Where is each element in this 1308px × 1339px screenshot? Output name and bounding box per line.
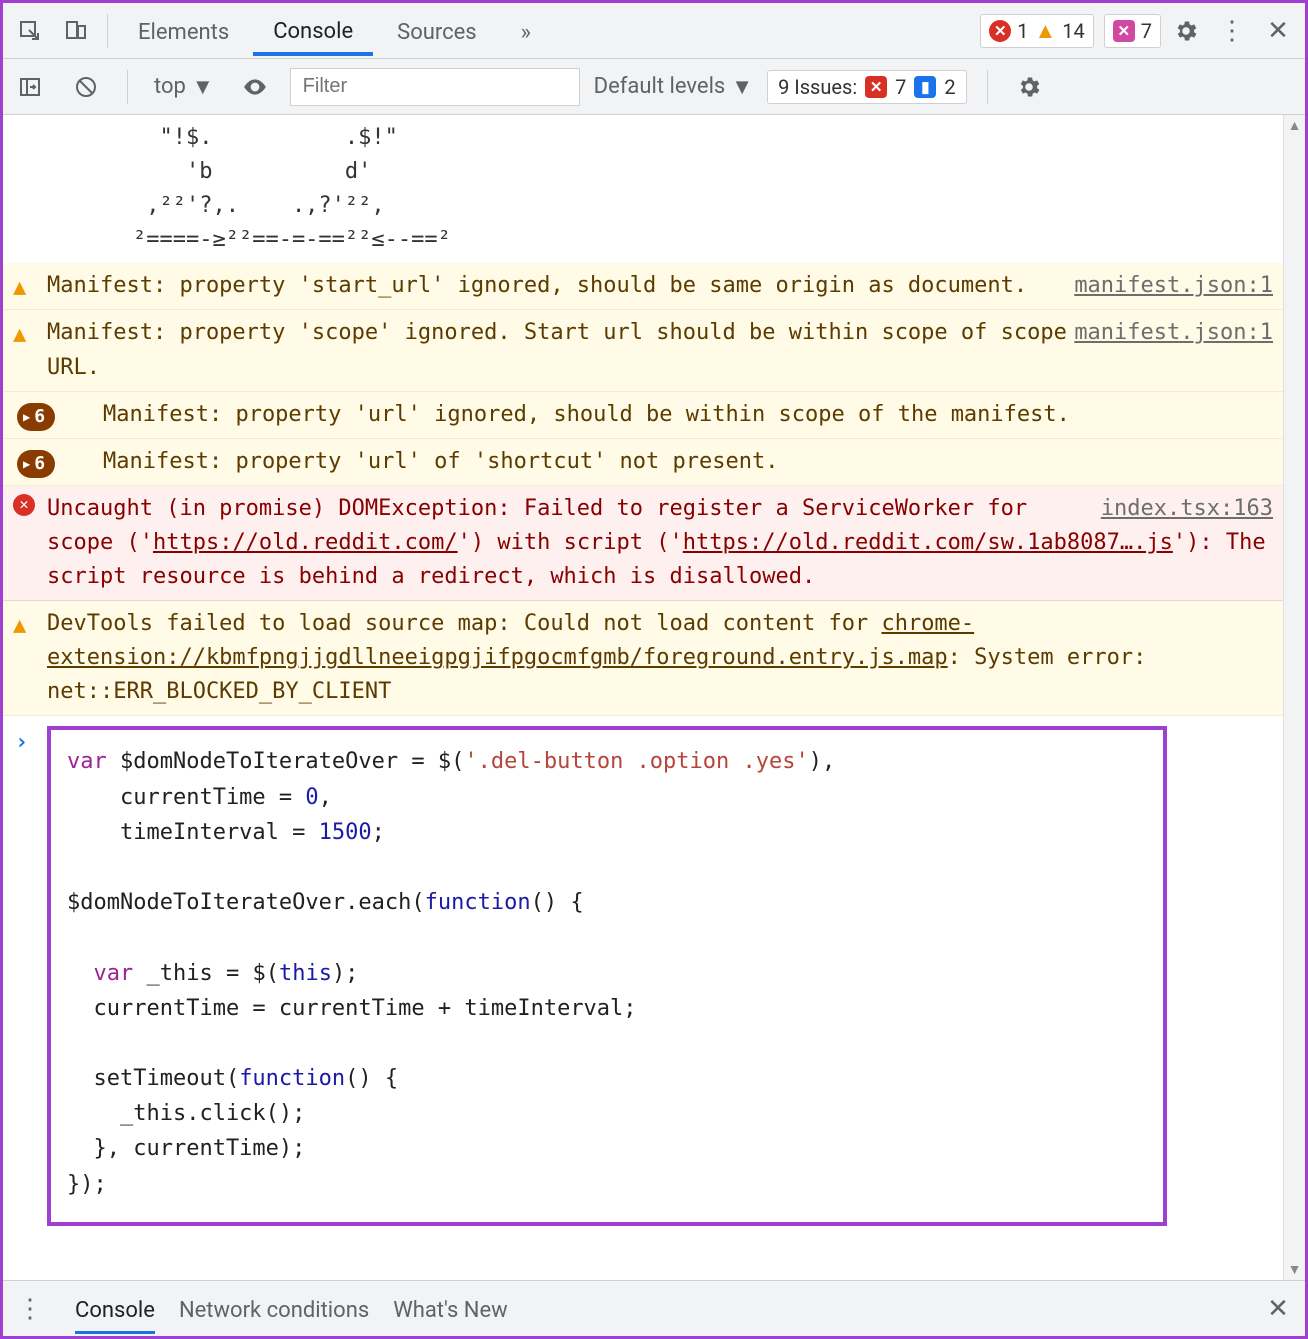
console-toolbar: top ▼ Default levels ▼ 9 Issues: ✕ 7 ▮ 2 <box>3 59 1305 115</box>
chevron-down-icon: ▼ <box>192 74 214 100</box>
issues-error-count: 7 <box>895 75 906 99</box>
source-link[interactable]: index.tsx:163 <box>1101 492 1273 526</box>
separator <box>987 70 988 104</box>
warning-icon: ▲ <box>13 318 26 352</box>
repeat-count: 6 <box>34 403 45 431</box>
tab-sources[interactable]: Sources <box>377 6 497 55</box>
console-message-error[interactable]: ✕ index.tsx:163 Uncaught (in promise) DO… <box>3 486 1283 601</box>
message-text: Manifest: property 'start_url' ignored, … <box>47 273 1027 298</box>
repeat-count-badge[interactable]: 6 <box>17 445 55 479</box>
console-message-warn[interactable]: ▲ manifest.json:1 Manifest: property 'st… <box>3 263 1283 310</box>
vertical-scrollbar[interactable]: ▲ ▼ <box>1283 115 1305 1280</box>
source-link[interactable]: manifest.json:1 <box>1074 269 1273 303</box>
tab-elements[interactable]: Elements <box>118 6 249 55</box>
drawer-bar: ⋮ Console Network conditions What's New … <box>3 1280 1305 1336</box>
issues-info-count: 2 <box>944 75 955 99</box>
warning-icon: ▲ <box>1034 18 1056 44</box>
scroll-down-arrow-icon[interactable]: ▼ <box>1288 1259 1302 1280</box>
clear-console-icon[interactable] <box>65 66 107 108</box>
extension-icon: ✕ <box>1113 20 1135 42</box>
close-drawer-icon[interactable]: ✕ <box>1257 1288 1299 1330</box>
repeat-count: 6 <box>34 450 45 478</box>
drawer-tab-console[interactable]: Console <box>75 1284 155 1334</box>
console-output[interactable]: "!$. .$!" 'b d' ,²²'?,. .,?'²², ²====-≥²… <box>3 115 1283 1280</box>
scroll-up-arrow-icon[interactable]: ▲ <box>1288 115 1302 136</box>
context-label: top <box>154 74 186 99</box>
url-link[interactable]: https://old.reddit.com/sw.1ab8087….js <box>683 530 1173 555</box>
console-message-warn-grouped[interactable]: 6 Manifest: property 'url' ignored, shou… <box>3 392 1283 439</box>
tabs-overflow[interactable]: » <box>501 6 551 55</box>
console-sidebar-toggle-icon[interactable] <box>9 66 51 108</box>
console-input-row[interactable]: › var $domNodeToIterateOver = $('.del-bu… <box>3 716 1283 1235</box>
context-selector[interactable]: top ▼ <box>148 74 220 100</box>
inspect-element-icon[interactable] <box>9 10 51 52</box>
extension-messages-pill[interactable]: ✕ 7 <box>1104 14 1161 48</box>
console-message-warn[interactable]: ▲ manifest.json:1 Manifest: property 'sc… <box>3 310 1283 391</box>
issues-pill[interactable]: 9 Issues: ✕ 7 ▮ 2 <box>767 70 967 104</box>
error-icon: ✕ <box>13 494 35 516</box>
warning-icon: ▲ <box>13 609 26 643</box>
ascii-art-output: "!$. .$!" 'b d' ,²²'?,. .,?'²², ²====-≥²… <box>3 115 1283 263</box>
repeat-count-badge[interactable]: 6 <box>17 398 55 432</box>
more-menu-icon[interactable]: ⋮ <box>1211 10 1253 52</box>
devtools-top-bar: Elements Console Sources » ✕ 1 ▲ 14 ✕ 7 … <box>3 3 1305 59</box>
url-link[interactable]: https://old.reddit.com/ <box>153 530 458 555</box>
console-input-code[interactable]: var $domNodeToIterateOver = $('.del-butt… <box>47 726 1167 1225</box>
drawer-tab-whats-new[interactable]: What's New <box>393 1284 508 1333</box>
source-link[interactable]: manifest.json:1 <box>1074 316 1273 350</box>
drawer-more-icon[interactable]: ⋮ <box>9 1288 51 1330</box>
filter-input[interactable] <box>290 68 580 106</box>
console-message-warn-grouped[interactable]: 6 Manifest: property 'url' of 'shortcut'… <box>3 439 1283 486</box>
levels-label: Default levels <box>594 74 726 99</box>
message-text: Manifest: property 'url' of 'shortcut' n… <box>103 449 779 474</box>
message-text: Manifest: property 'scope' ignored. Star… <box>47 320 1080 379</box>
message-text: Manifest: property 'url' ignored, should… <box>103 402 1070 427</box>
chevron-down-icon: ▼ <box>731 74 753 100</box>
issues-label: 9 Issues: <box>778 75 857 99</box>
message-text: DevTools failed to load source map: Coul… <box>47 611 1160 704</box>
message-text: Uncaught (in promise) DOMException: Fail… <box>47 496 1279 589</box>
issues-info-icon: ▮ <box>914 76 936 98</box>
separator <box>107 14 108 48</box>
issues-error-icon: ✕ <box>865 76 887 98</box>
drawer-tab-network-conditions[interactable]: Network conditions <box>179 1284 369 1333</box>
toggle-device-toolbar-icon[interactable] <box>55 10 97 52</box>
warning-count: 14 <box>1062 19 1084 43</box>
separator <box>127 70 128 104</box>
console-message-warn[interactable]: ▲ DevTools failed to load source map: Co… <box>3 601 1283 716</box>
console-settings-gear-icon[interactable] <box>1008 66 1050 108</box>
error-icon: ✕ <box>989 20 1011 42</box>
log-levels-selector[interactable]: Default levels ▼ <box>594 74 753 100</box>
errors-warnings-pill[interactable]: ✕ 1 ▲ 14 <box>980 14 1094 48</box>
warning-icon: ▲ <box>13 271 26 305</box>
error-count: 1 <box>1017 19 1028 43</box>
prompt-caret-icon: › <box>15 726 28 760</box>
settings-gear-icon[interactable] <box>1165 10 1207 52</box>
extension-count: 7 <box>1141 19 1152 43</box>
close-devtools-icon[interactable]: ✕ <box>1257 10 1299 52</box>
tab-console[interactable]: Console <box>253 5 373 56</box>
live-expression-eye-icon[interactable] <box>234 66 276 108</box>
